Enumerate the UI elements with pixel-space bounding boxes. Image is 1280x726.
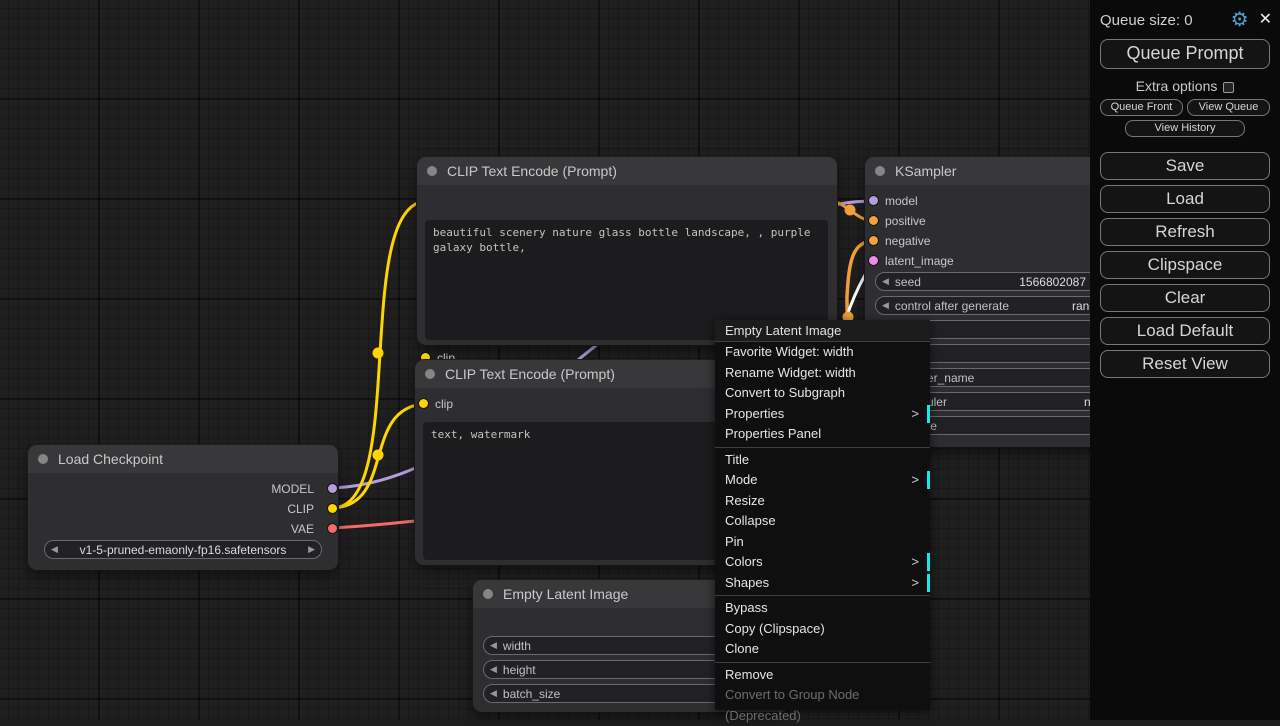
submenu-arrow-icon: > bbox=[911, 552, 919, 573]
menu-item-title[interactable]: Title bbox=[715, 450, 930, 471]
submenu-arrow-icon: > bbox=[911, 470, 919, 491]
menu-item-mode[interactable]: Mode > bbox=[715, 470, 930, 491]
menu-divider bbox=[715, 447, 930, 448]
submenu-accent-bar bbox=[927, 471, 930, 489]
view-history-button[interactable]: View History bbox=[1125, 120, 1245, 137]
negative-input-port[interactable] bbox=[869, 236, 878, 245]
ckpt-name-widget[interactable]: ◀ v1-5-pruned-emaonly-fp16.safetensors ▶ bbox=[44, 540, 322, 559]
collapse-dot-icon[interactable] bbox=[875, 166, 885, 176]
collapse-dot-icon[interactable] bbox=[427, 166, 437, 176]
menu-divider bbox=[715, 662, 930, 663]
menu-item-collapse[interactable]: Collapse bbox=[715, 511, 930, 532]
node-title: Load Checkpoint bbox=[58, 451, 163, 467]
submenu-arrow-icon: > bbox=[911, 573, 919, 594]
node-title-bar[interactable]: Load Checkpoint bbox=[28, 445, 338, 473]
clear-button[interactable]: Clear bbox=[1100, 284, 1270, 312]
clip-output-port[interactable] bbox=[328, 504, 337, 513]
node-title: KSampler bbox=[895, 163, 956, 179]
view-queue-button[interactable]: View Queue bbox=[1187, 99, 1270, 116]
menu-item-copy-clipspace[interactable]: Copy (Clipspace) bbox=[715, 619, 930, 640]
comfy-menu-panel: Queue size: 0 ⚙ ✕ Queue Prompt Extra opt… bbox=[1090, 0, 1280, 720]
clipspace-button[interactable]: Clipspace bbox=[1100, 251, 1270, 279]
extra-options-checkbox[interactable] bbox=[1223, 82, 1234, 93]
node-title: Empty Latent Image bbox=[503, 586, 628, 602]
latent-image-input-label: latent_image bbox=[885, 254, 954, 268]
menu-item-clone[interactable]: Clone bbox=[715, 639, 930, 660]
collapse-dot-icon[interactable] bbox=[38, 454, 48, 464]
extra-options-row: Extra options bbox=[1090, 78, 1280, 94]
reset-view-button[interactable]: Reset View bbox=[1100, 350, 1270, 378]
seed-label: seed bbox=[895, 275, 921, 289]
menu-item-colors[interactable]: Colors > bbox=[715, 552, 930, 573]
prev-arrow-icon[interactable]: ◀ bbox=[484, 688, 503, 699]
close-icon[interactable]: ✕ bbox=[1259, 12, 1272, 28]
positive-input-label: positive bbox=[885, 214, 926, 228]
settings-gear-icon[interactable]: ⚙ bbox=[1231, 10, 1249, 30]
latent-image-input-port[interactable] bbox=[869, 256, 878, 265]
node-context-menu: Empty Latent Image Favorite Widget: widt… bbox=[715, 320, 930, 710]
ckpt-name-value: v1-5-pruned-emaonly-fp16.safetensors bbox=[64, 543, 302, 557]
height-label: height bbox=[503, 663, 536, 677]
clip-output-label: CLIP bbox=[287, 502, 314, 516]
next-arrow-icon[interactable]: ▶ bbox=[302, 544, 321, 555]
menu-divider bbox=[715, 595, 930, 596]
control-after-generate-label: control after generate bbox=[895, 299, 1009, 313]
negative-input-label: negative bbox=[885, 234, 930, 248]
menu-item-properties[interactable]: Properties > bbox=[715, 404, 930, 425]
vae-output-port[interactable] bbox=[328, 524, 337, 533]
clip-input-label: clip bbox=[435, 397, 453, 411]
node-title-bar[interactable]: CLIP Text Encode (Prompt) bbox=[417, 157, 837, 185]
menu-item-convert-to-subgraph[interactable]: Convert to Subgraph bbox=[715, 383, 930, 404]
collapse-dot-icon[interactable] bbox=[425, 369, 435, 379]
seed-value: 1566802087 bbox=[1019, 274, 1086, 291]
graph-canvas[interactable]: Load Checkpoint MODEL CLIP VAE ◀ v1-5-pr… bbox=[0, 0, 1280, 720]
save-button[interactable]: Save bbox=[1100, 152, 1270, 180]
menu-item-resize[interactable]: Resize bbox=[715, 491, 930, 512]
width-label: width bbox=[503, 639, 531, 653]
queue-prompt-button[interactable]: Queue Prompt bbox=[1100, 39, 1270, 69]
vae-output-label: VAE bbox=[291, 522, 314, 536]
menu-item-convert-to-group-node: Convert to Group Node (Deprecated) bbox=[715, 685, 930, 706]
prev-arrow-icon[interactable]: ◀ bbox=[484, 640, 503, 651]
load-default-button[interactable]: Load Default bbox=[1100, 317, 1270, 345]
positive-input-port[interactable] bbox=[869, 216, 878, 225]
model-input-label: model bbox=[885, 194, 918, 208]
collapse-dot-icon[interactable] bbox=[483, 589, 493, 599]
model-output-label: MODEL bbox=[271, 482, 314, 496]
clip-link-wire-bottom bbox=[333, 404, 423, 508]
menu-item-favorite-widget[interactable]: Favorite Widget: width bbox=[715, 342, 930, 363]
clip-link-dot-bottom bbox=[373, 450, 384, 461]
clip-link-wire-top bbox=[333, 201, 426, 508]
menu-item-properties-panel[interactable]: Properties Panel bbox=[715, 424, 930, 445]
prev-arrow-icon[interactable]: ◀ bbox=[876, 276, 895, 287]
menu-item-rename-widget[interactable]: Rename Widget: width bbox=[715, 363, 930, 384]
submenu-accent-bar bbox=[927, 574, 930, 592]
extra-options-label: Extra options bbox=[1136, 78, 1218, 94]
batch-size-label: batch_size bbox=[503, 687, 560, 701]
queue-size-label: Queue size: 0 bbox=[1100, 12, 1231, 29]
clip-input-port[interactable] bbox=[419, 399, 428, 408]
submenu-arrow-icon: > bbox=[911, 404, 919, 425]
node-title: CLIP Text Encode (Prompt) bbox=[447, 163, 617, 179]
node-title: CLIP Text Encode (Prompt) bbox=[445, 366, 615, 382]
node-load-checkpoint[interactable]: Load Checkpoint MODEL CLIP VAE ◀ v1-5-pr… bbox=[28, 445, 338, 570]
positive-link-dot bbox=[845, 205, 856, 216]
submenu-accent-bar bbox=[927, 405, 930, 423]
submenu-accent-bar bbox=[927, 553, 930, 571]
model-input-port[interactable] bbox=[869, 196, 878, 205]
model-output-port[interactable] bbox=[328, 484, 337, 493]
menu-item-shapes[interactable]: Shapes > bbox=[715, 573, 930, 594]
refresh-button[interactable]: Refresh bbox=[1100, 218, 1270, 246]
menu-item-remove[interactable]: Remove bbox=[715, 665, 930, 686]
load-button[interactable]: Load bbox=[1100, 185, 1270, 213]
context-menu-header: Empty Latent Image bbox=[715, 320, 930, 342]
queue-front-button[interactable]: Queue Front bbox=[1100, 99, 1183, 116]
prev-arrow-icon[interactable]: ◀ bbox=[484, 664, 503, 675]
menu-item-pin[interactable]: Pin bbox=[715, 532, 930, 553]
node-clip-text-encode-positive[interactable]: CLIP Text Encode (Prompt) clip CONDITION… bbox=[417, 157, 837, 345]
prev-arrow-icon[interactable]: ◀ bbox=[876, 300, 895, 311]
clip-link-dot-top bbox=[373, 348, 384, 359]
menu-item-bypass[interactable]: Bypass bbox=[715, 598, 930, 619]
prev-arrow-icon[interactable]: ◀ bbox=[45, 544, 64, 555]
